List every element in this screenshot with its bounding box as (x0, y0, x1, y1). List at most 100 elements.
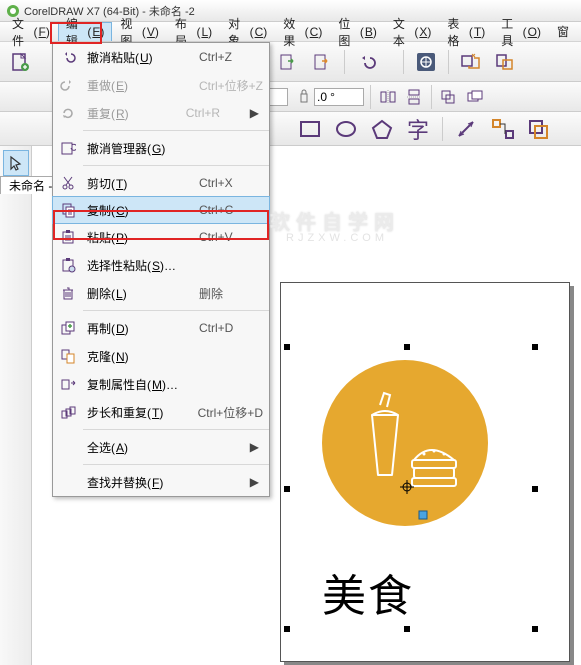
align-button[interactable] (438, 86, 460, 108)
menu-窗[interactable]: 窗 (549, 22, 577, 41)
rectangle-tool-button[interactable] (296, 115, 324, 143)
selection-handle[interactable] (404, 626, 410, 632)
menu-视图[interactable]: 视图(V) (112, 22, 167, 41)
menu-item-delete[interactable]: 删除(L)删除 (53, 279, 269, 307)
blank-icon (53, 433, 83, 461)
clone-icon (53, 342, 83, 370)
menu-item-label: 撤消管理器(G) (83, 140, 263, 157)
polygon-tool-button[interactable] (368, 115, 396, 143)
node-marker-icon[interactable] (418, 510, 428, 520)
import-button[interactable] (274, 48, 302, 76)
redo-icon (53, 71, 83, 99)
duplicate-icon (53, 314, 83, 342)
menu-效果[interactable]: 效果(C) (275, 22, 330, 41)
menu-separator (83, 165, 269, 166)
selection-handle[interactable] (284, 486, 290, 492)
separator (370, 85, 371, 109)
new-document-button[interactable] (6, 48, 34, 76)
delete-icon (53, 279, 83, 307)
selection-group[interactable]: 美食 (300, 360, 560, 660)
menu-item-shortcut: Ctrl+D (199, 321, 263, 335)
effects-tool-button[interactable] (525, 115, 553, 143)
pick-tool[interactable] (3, 150, 29, 176)
menu-item-shortcut: Ctrl+X (199, 176, 263, 190)
menu-item-duplicate[interactable]: 再制(D)Ctrl+D (53, 314, 269, 342)
artwork-circle[interactable] (322, 360, 488, 526)
menu-item-label: 删除(L) (83, 285, 199, 302)
repeat-icon (53, 99, 83, 127)
menu-表格[interactable]: 表格(T) (439, 22, 493, 41)
copy-props-icon (53, 370, 83, 398)
menu-文件[interactable]: 文件(F) (4, 22, 58, 41)
menu-item-shortcut: Ctrl+位移+D (198, 404, 263, 421)
menu-item-shortcut: Ctrl+Z (199, 50, 263, 64)
selection-center-icon[interactable] (400, 480, 414, 494)
menu-separator (83, 464, 269, 465)
export-button[interactable] (308, 48, 336, 76)
separator (403, 50, 404, 74)
menu-item-label: 复制(C) (83, 202, 199, 219)
snap-toggle-button[interactable] (457, 48, 485, 76)
ellipse-tool-button[interactable] (332, 115, 360, 143)
menu-编辑[interactable]: 编辑(E) (58, 22, 113, 41)
menu-item-label: 重做(E) (83, 77, 199, 94)
rotation-field[interactable]: .0 ° (314, 88, 364, 106)
copy-icon (53, 197, 83, 223)
artwork-text[interactable]: 美食 (322, 560, 414, 624)
menu-item-shortcut: Ctrl+C (199, 203, 263, 217)
dimension-tool-button[interactable] (453, 115, 481, 143)
mirror-v-button[interactable] (403, 86, 425, 108)
menu-item-cut[interactable]: 剪切(T)Ctrl+X (53, 169, 269, 197)
menu-布局[interactable]: 布局(L) (167, 22, 220, 41)
app-launcher-button[interactable] (412, 48, 440, 76)
selection-handle[interactable] (532, 626, 538, 632)
menu-文本[interactable]: 文本(X) (385, 22, 440, 41)
menu-item-label: 剪切(T) (83, 175, 199, 192)
menu-位图[interactable]: 位图(B) (330, 22, 385, 41)
menu-item-shortcut: Ctrl+V (199, 230, 263, 244)
menu-item-shortcut: 删除 (199, 285, 263, 302)
selection-handle[interactable] (284, 626, 290, 632)
menu-separator (83, 429, 269, 430)
options-button[interactable] (491, 48, 519, 76)
menu-item-copy-props[interactable]: 复制属性自(M)… (53, 370, 269, 398)
connector-tool-button[interactable] (489, 115, 517, 143)
separator (442, 117, 443, 141)
paste-icon (53, 223, 83, 251)
menu-item-全选[interactable]: 全选(A)▶ (53, 433, 269, 461)
menu-item-shortcut: Ctrl+R (186, 106, 250, 120)
menu-item-undo[interactable]: 撤消粘贴(U)Ctrl+Z (53, 43, 269, 71)
submenu-arrow-icon: ▶ (250, 106, 259, 120)
selection-handle[interactable] (284, 344, 290, 350)
menu-item-step-repeat[interactable]: 步长和重复(T)Ctrl+位移+D (53, 398, 269, 426)
menu-separator (83, 310, 269, 311)
menu-item-label: 全选(A) (83, 439, 250, 456)
step-repeat-icon (53, 398, 83, 426)
menu-item-label: 复制属性自(M)… (83, 376, 263, 393)
lock-aspect-icon[interactable] (298, 87, 310, 107)
selection-handle[interactable] (532, 486, 538, 492)
menu-对象[interactable]: 对象(C) (220, 22, 275, 41)
menu-item-paste[interactable]: 粘贴(P)Ctrl+V (53, 223, 269, 251)
selection-handle[interactable] (532, 344, 538, 350)
menu-item-label: 查找并替换(F) (83, 474, 250, 491)
text-tool-button[interactable]: 字 (404, 115, 432, 143)
menu-item-查找并替换[interactable]: 查找并替换(F)▶ (53, 468, 269, 496)
menu-item-undo-manager[interactable]: 撤消管理器(G) (53, 134, 269, 162)
edit-menu-dropdown: 撤消粘贴(U)Ctrl+Z重做(E)Ctrl+位移+Z重复(R)Ctrl+R▶撤… (52, 42, 270, 497)
menu-separator (83, 130, 269, 131)
separator (344, 50, 345, 74)
menu-工具[interactable]: 工具(O) (493, 22, 549, 41)
order-button[interactable] (464, 86, 486, 108)
selection-handle[interactable] (404, 344, 410, 350)
menu-item-shortcut: Ctrl+位移+Z (199, 77, 263, 94)
menu-item-clone[interactable]: 克隆(N) (53, 342, 269, 370)
window-title: CorelDRAW X7 (64-Bit) - 未命名 -2 (24, 3, 195, 19)
undo-manager-icon (53, 134, 83, 162)
cut-icon (53, 169, 83, 197)
submenu-arrow-icon: ▶ (250, 440, 259, 454)
menu-item-paste-special[interactable]: 选择性粘贴(S)… (53, 251, 269, 279)
mirror-h-button[interactable] (377, 86, 399, 108)
menu-item-copy[interactable]: 复制(C)Ctrl+C (52, 196, 270, 224)
undo-button[interactable] (353, 48, 381, 76)
